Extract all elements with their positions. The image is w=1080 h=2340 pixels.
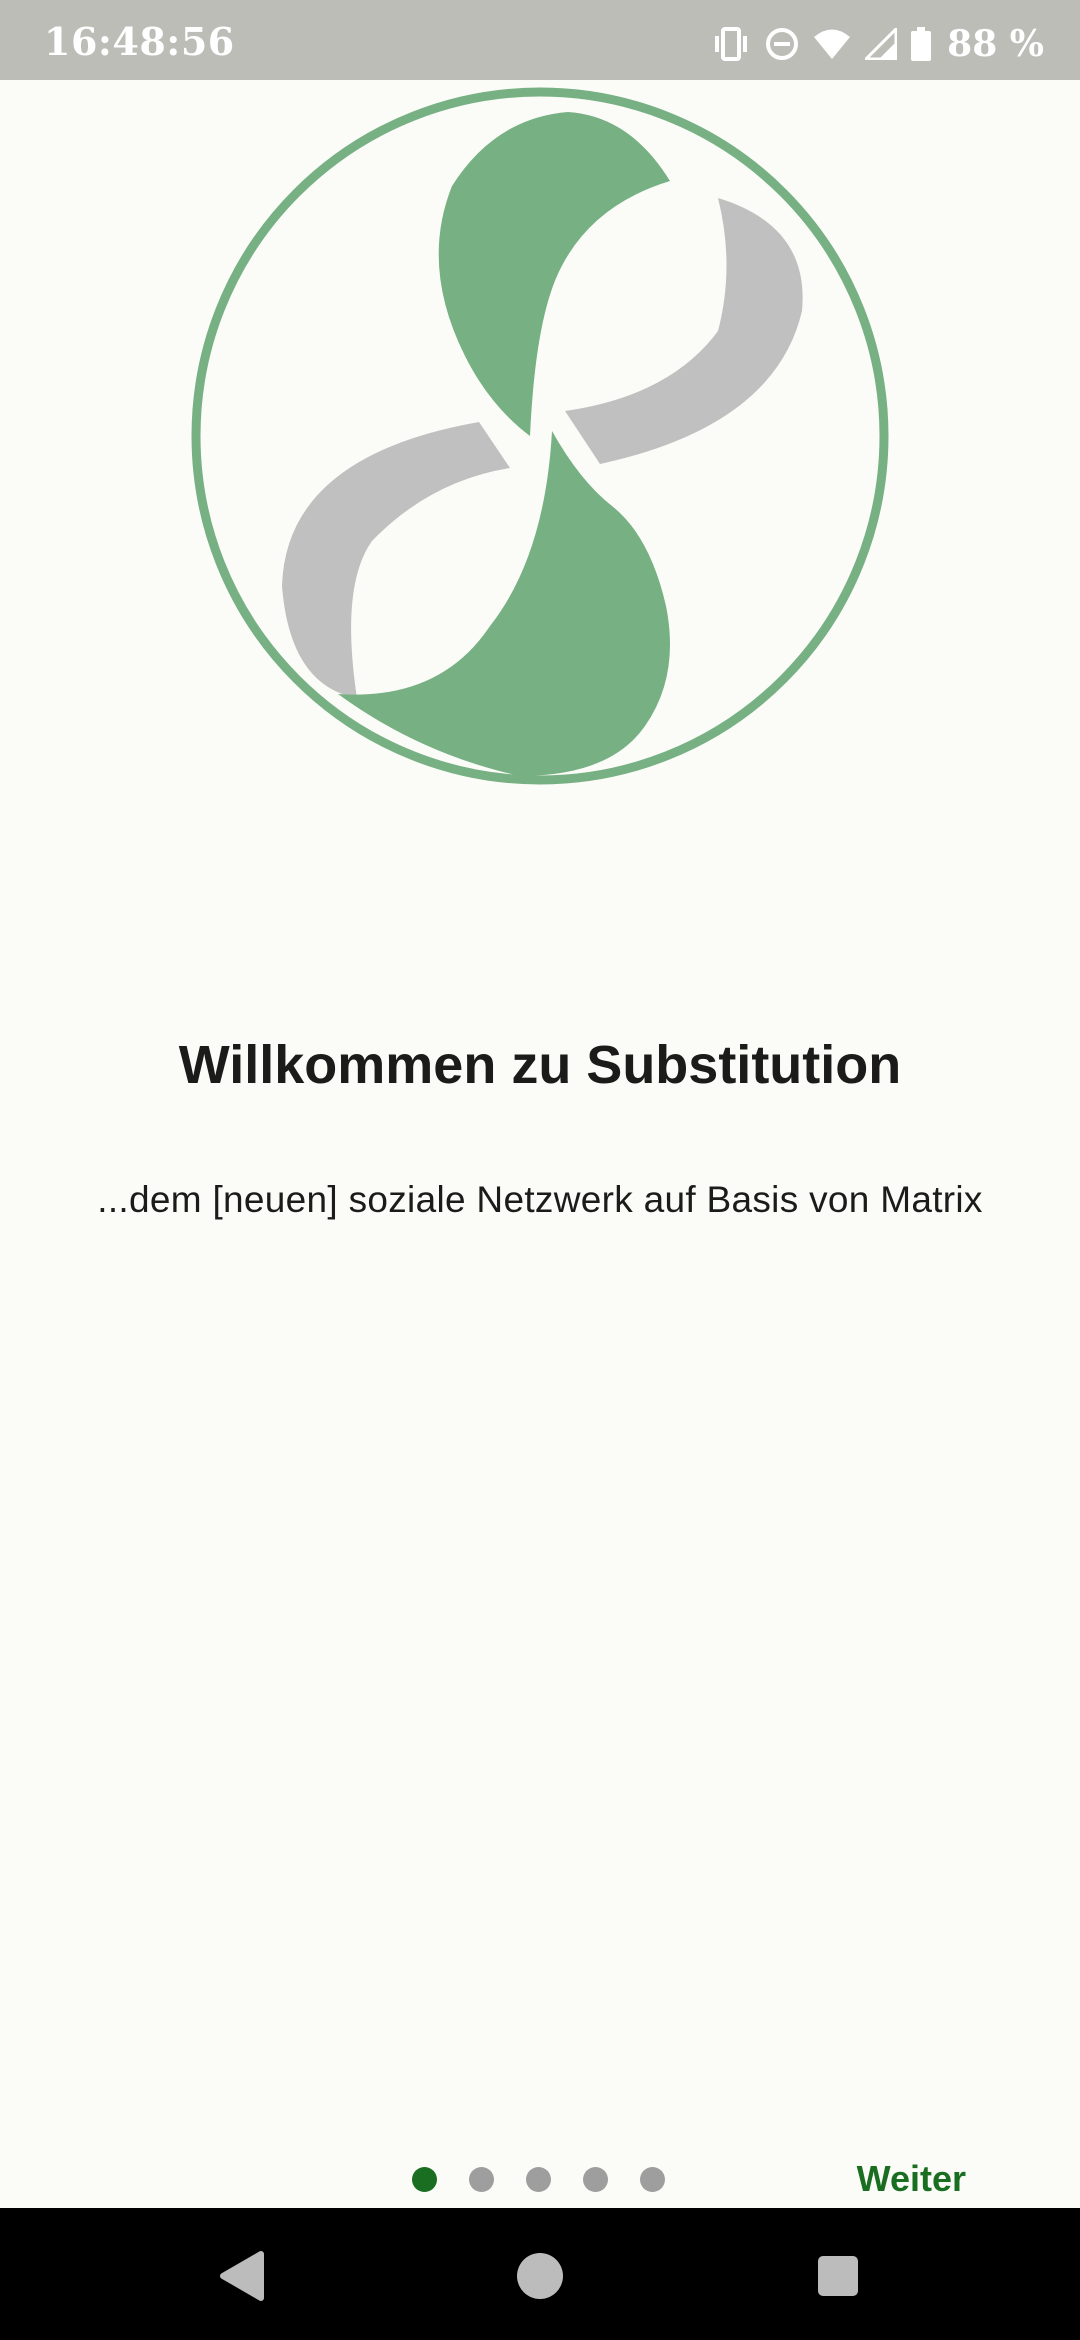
page-dot-2[interactable] xyxy=(469,2166,494,2192)
navigation-bar xyxy=(0,2208,1080,2340)
status-icons: 88 % xyxy=(711,24,1044,64)
home-icon[interactable] xyxy=(492,2228,588,2324)
page-dot-1[interactable] xyxy=(412,2166,437,2192)
page-indicator xyxy=(412,2165,665,2193)
back-icon[interactable] xyxy=(194,2228,290,2324)
onboarding-page: Willkommen zu Substitution ...dem [neuen… xyxy=(0,80,1080,2208)
welcome-title: Willkommen zu Substitution xyxy=(178,1035,902,1095)
vibrate-icon xyxy=(711,27,751,61)
recents-icon[interactable] xyxy=(790,2228,886,2324)
welcome-subtitle: ...dem [neuen] soziale Netzwerk auf Basi… xyxy=(97,1179,983,1220)
wifi-icon xyxy=(813,28,851,60)
signal-icon xyxy=(865,28,898,60)
battery-icon xyxy=(911,27,932,61)
status-time: 16:48:56 xyxy=(44,19,235,64)
page-dot-3[interactable] xyxy=(526,2166,551,2192)
page-dot-5[interactable] xyxy=(640,2166,665,2192)
substitution-logo xyxy=(190,86,890,786)
do-not-disturb-icon xyxy=(765,27,799,61)
status-bar: 16:48:56 88 % xyxy=(0,0,1080,80)
battery-percent: 88 % xyxy=(947,23,1044,65)
page-dot-4[interactable] xyxy=(583,2166,608,2192)
next-button[interactable]: Weiter xyxy=(849,2146,974,2212)
